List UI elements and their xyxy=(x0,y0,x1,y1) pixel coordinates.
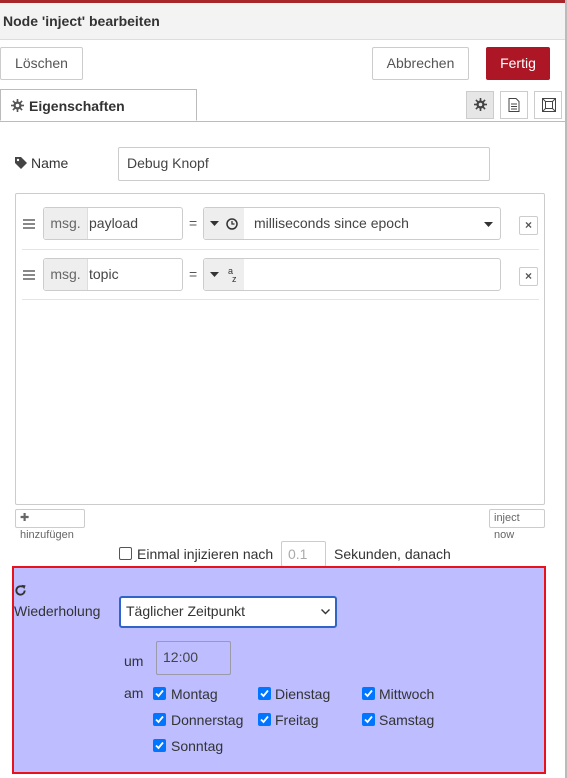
name-input[interactable]: Debug Knopf xyxy=(118,147,490,181)
day-checkbox-freitag[interactable] xyxy=(258,713,271,726)
refresh-icon xyxy=(15,584,26,596)
day-label-mittwoch: Mittwoch xyxy=(379,686,435,702)
type-selector[interactable] xyxy=(204,208,244,239)
delete-button[interactable]: Löschen xyxy=(0,47,83,80)
equals-sign: = xyxy=(189,215,198,231)
gear-icon xyxy=(474,98,487,111)
day-checkbox-montag[interactable] xyxy=(153,687,166,700)
day-label-sonntag: Sonntag xyxy=(171,738,224,754)
tab-bar: Eigenschaften xyxy=(0,88,565,122)
day-label-freitag: Freitag xyxy=(275,712,319,728)
document-icon xyxy=(508,98,520,112)
dialog-title: Node 'inject' bearbeiten xyxy=(3,13,160,29)
check-icon xyxy=(155,689,164,698)
name-label: Name xyxy=(31,155,69,171)
row-divider xyxy=(22,299,539,300)
day-label-montag: Montag xyxy=(171,686,218,702)
inject-once-suffix: Sekunden, danach xyxy=(334,546,451,562)
day-label-dienstag: Dienstag xyxy=(275,686,331,702)
string-az-icon: a z xyxy=(228,266,237,284)
tab-properties-label: Eigenschaften xyxy=(29,98,125,114)
check-icon xyxy=(155,741,164,750)
gear-icon xyxy=(11,99,24,112)
day-checkbox-samstag[interactable] xyxy=(362,713,375,726)
tab-appearance[interactable] xyxy=(534,91,562,119)
day-checkbox-dienstag[interactable] xyxy=(258,687,271,700)
check-icon xyxy=(155,715,164,724)
inject-once-delay-input[interactable]: 0.1 xyxy=(281,541,326,567)
day-checkbox-mittwoch[interactable] xyxy=(362,687,375,700)
tab-properties[interactable]: Eigenschaften xyxy=(0,89,197,121)
equals-sign: = xyxy=(189,266,198,282)
day-checkbox-donnerstag[interactable] xyxy=(153,713,166,726)
time-input[interactable]: 12:00 xyxy=(156,641,231,675)
add-property-button[interactable]: ✚ hinzufügen xyxy=(15,509,85,541)
drag-handle-icon[interactable] xyxy=(23,219,35,229)
tab-description[interactable] xyxy=(500,91,528,119)
days-label: am xyxy=(124,685,144,701)
property-value-input[interactable]: a z xyxy=(203,258,501,291)
repeat-label: Wiederholung xyxy=(14,603,101,619)
property-name-value: topic xyxy=(89,266,119,282)
drag-handle-icon[interactable] xyxy=(23,270,35,280)
caret-down-icon xyxy=(210,272,219,277)
check-icon xyxy=(260,715,269,724)
caret-down-icon xyxy=(210,221,219,226)
msg-prefix: msg. xyxy=(44,208,88,239)
inject-now-button[interactable]: inject now xyxy=(489,509,545,541)
check-icon xyxy=(364,715,373,724)
day-label-donnerstag: Donnerstag xyxy=(171,712,244,728)
check-icon xyxy=(364,689,373,698)
property-name-input[interactable]: msg. payload xyxy=(43,207,183,240)
property-value-select[interactable]: milliseconds since epoch xyxy=(203,207,501,240)
done-button[interactable]: Fertig xyxy=(486,47,550,80)
inject-once-label: Einmal injizieren nach xyxy=(137,546,274,562)
frame-icon xyxy=(542,98,556,112)
check-icon xyxy=(260,689,269,698)
chevron-down-icon xyxy=(484,222,493,227)
type-selector[interactable]: a z xyxy=(204,259,244,290)
dialog-header: Node 'inject' bearbeiten xyxy=(0,3,565,40)
plus-icon: ✚ xyxy=(20,512,30,524)
day-label-samstag: Samstag xyxy=(379,712,435,728)
inject-once-checkbox[interactable] xyxy=(119,547,132,560)
property-value-text: milliseconds since epoch xyxy=(254,215,409,231)
cancel-button[interactable]: Abbrechen xyxy=(372,47,469,80)
day-checkbox-sonntag[interactable] xyxy=(153,739,166,752)
tag-icon xyxy=(15,157,27,169)
remove-row-button[interactable]: × xyxy=(519,267,538,286)
repeat-mode-value: Täglicher Zeitpunkt xyxy=(126,603,246,619)
msg-prefix: msg. xyxy=(44,259,88,290)
remove-row-button[interactable]: × xyxy=(519,216,538,235)
row-divider xyxy=(22,249,539,250)
svg-text:z: z xyxy=(232,274,237,284)
chevron-down-icon xyxy=(321,609,330,615)
repeat-mode-select[interactable]: Täglicher Zeitpunkt xyxy=(119,596,337,628)
time-label: um xyxy=(124,653,144,669)
property-name-input[interactable]: msg. topic xyxy=(43,258,183,291)
property-name-value: payload xyxy=(89,215,139,231)
clock-icon xyxy=(226,218,238,230)
tab-settings[interactable] xyxy=(466,91,494,119)
add-property-label: hinzufügen xyxy=(20,529,74,541)
